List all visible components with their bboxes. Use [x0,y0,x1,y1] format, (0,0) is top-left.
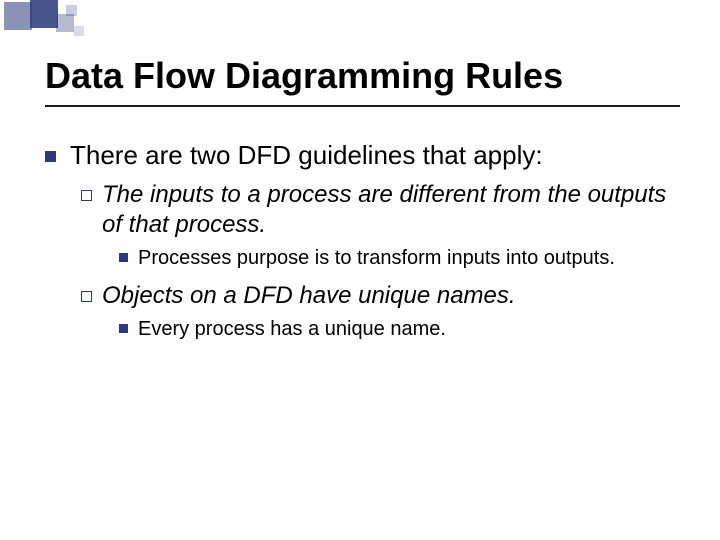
slide-content: Data Flow Diagramming Rules There are tw… [0,0,720,382]
hollow-square-icon [81,190,92,240]
bullet-level-2: Objects on a DFD have unique names. [81,281,680,311]
bullet-level-3: Processes purpose is to transform inputs… [119,246,680,271]
bullet-level-2: The inputs to a process are different fr… [81,180,680,240]
filled-square-icon [119,253,128,271]
sub-point-text: The inputs to a process are different fr… [102,180,680,240]
child-point-text: Processes purpose is to transform inputs… [138,246,615,271]
sub-point-text: Objects on a DFD have unique names. [102,281,516,311]
hollow-square-icon [81,291,92,311]
bullet-level-3: Every process has a unique name. [119,317,680,342]
corner-decoration [0,0,140,45]
title-underline [45,105,680,107]
main-point-text: There are two DFD guidelines that apply: [70,139,543,172]
filled-square-icon [45,151,56,172]
slide-title: Data Flow Diagramming Rules [45,55,680,97]
bullet-level-1: There are two DFD guidelines that apply: [45,139,680,172]
child-point-text: Every process has a unique name. [138,317,446,342]
filled-square-icon [119,324,128,342]
